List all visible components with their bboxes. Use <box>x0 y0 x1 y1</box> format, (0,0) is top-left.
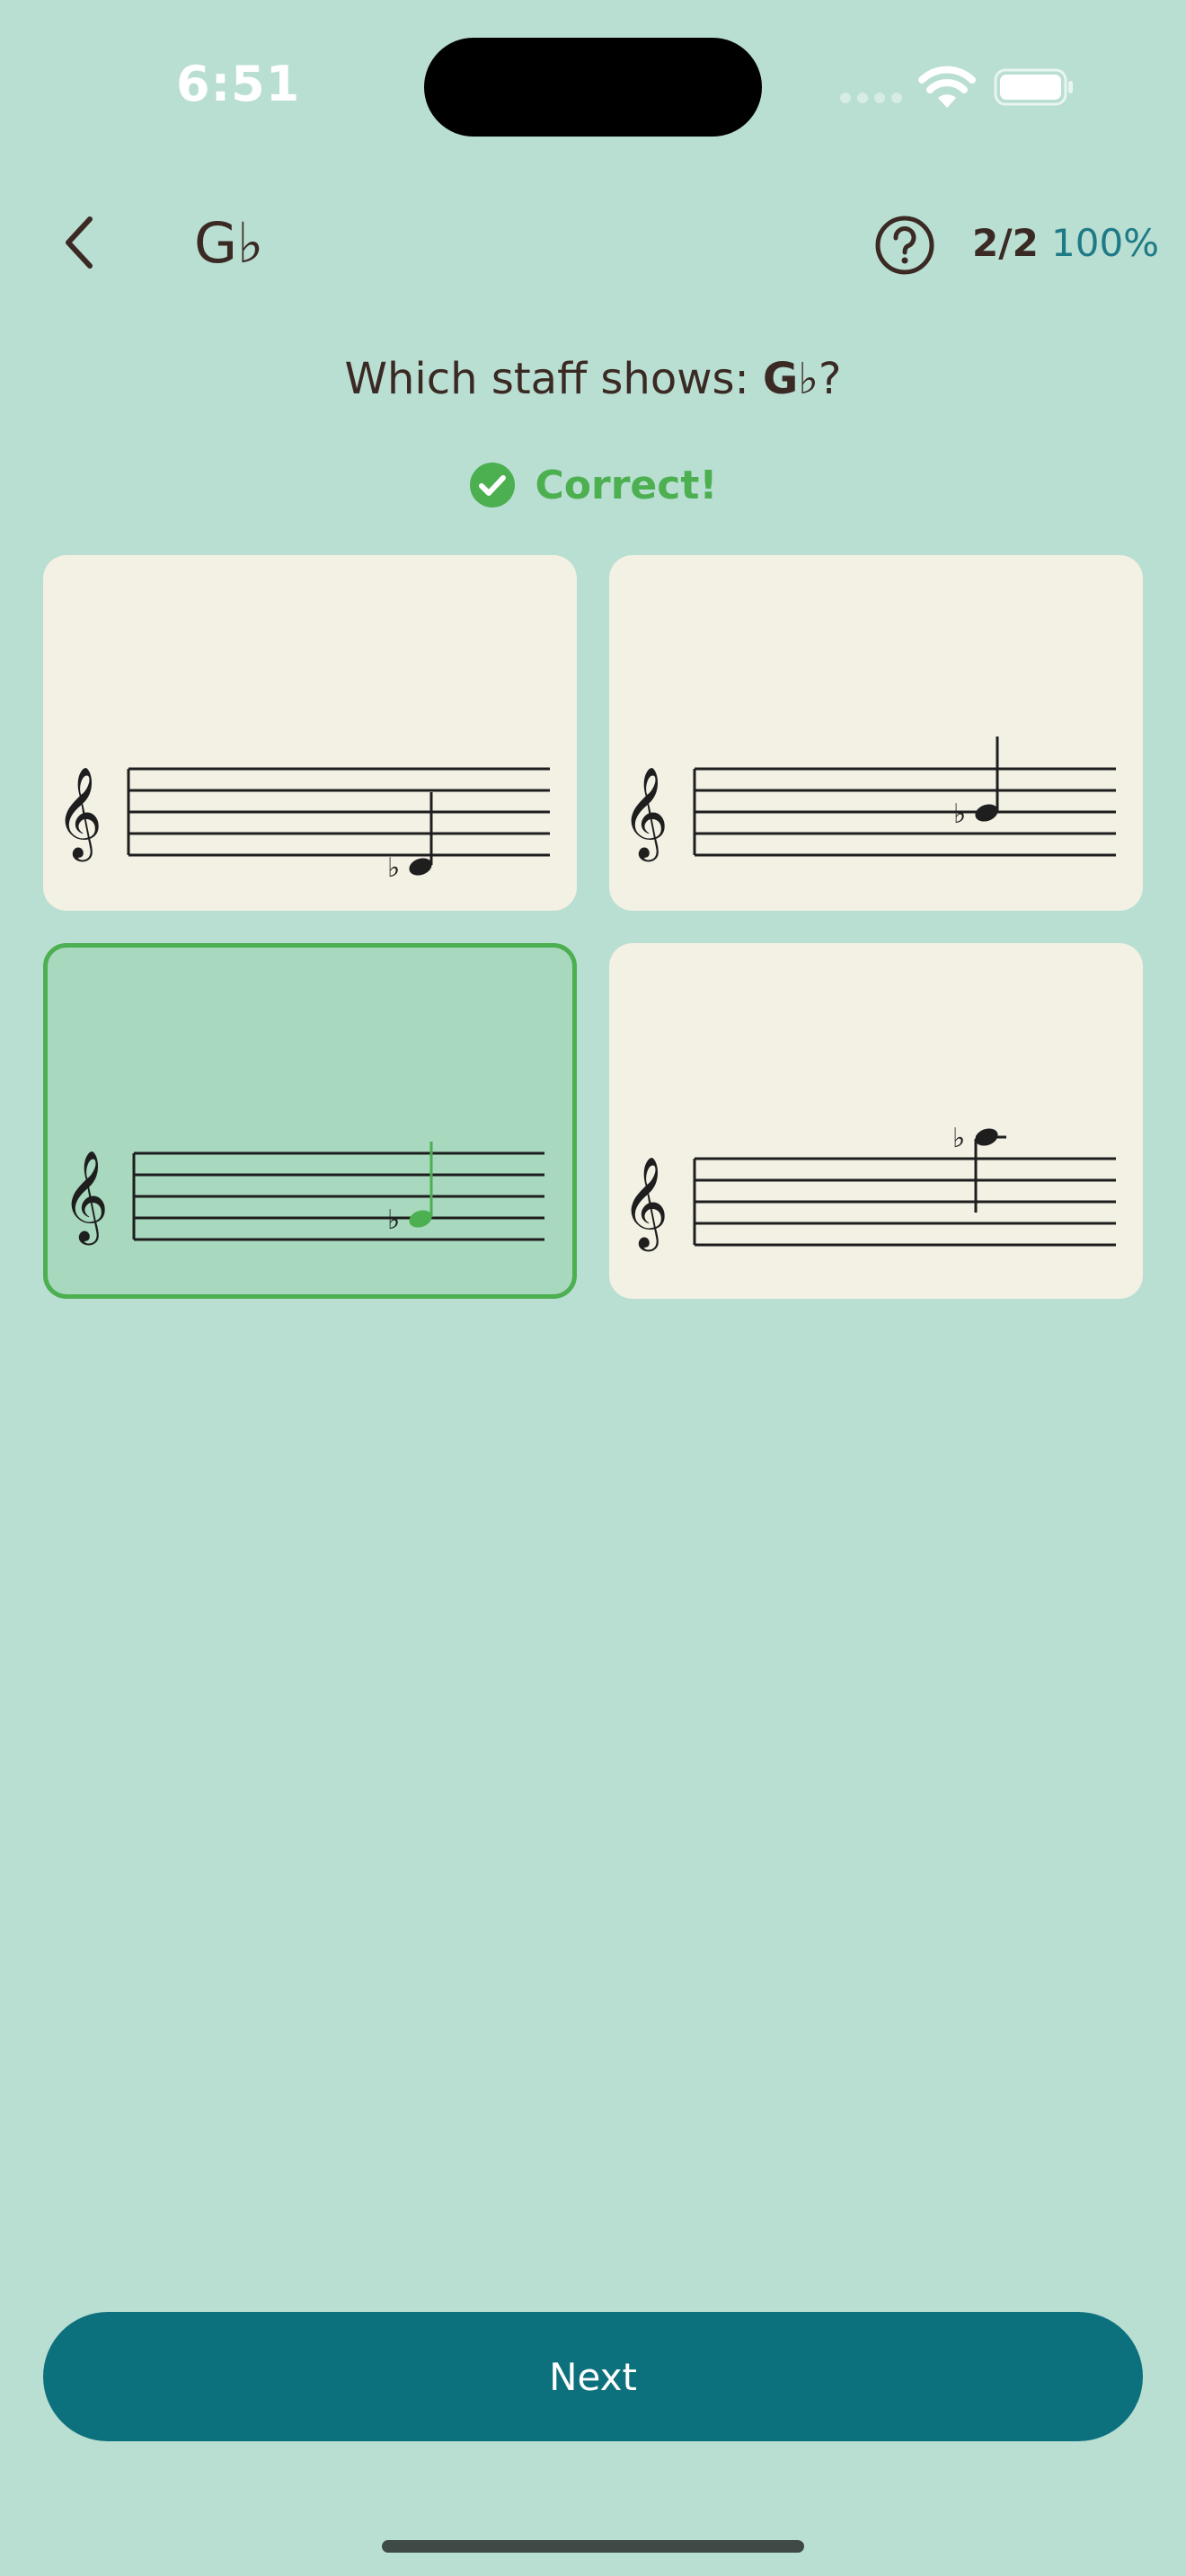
staff-option-3-notation: 𝄞 ♭ <box>62 1142 544 1246</box>
top-nav-bar: G♭ 2/2 100% <box>0 198 1186 287</box>
check-circle-icon <box>469 463 515 507</box>
staff-option-2-notation: 𝄞 ♭ <box>622 737 1116 862</box>
question-prefix: Which staff shows: <box>344 354 763 404</box>
staff-option-3[interactable]: 𝄞 ♭ <box>43 943 577 1299</box>
svg-text:♭: ♭ <box>387 1204 400 1236</box>
wifi-icon <box>918 66 976 108</box>
svg-text:♭: ♭ <box>952 1123 965 1154</box>
svg-text:𝄞: 𝄞 <box>56 765 102 862</box>
back-button[interactable] <box>43 207 115 278</box>
chevron-left-icon <box>66 216 93 269</box>
nav-title: G♭ <box>194 210 264 276</box>
question-text: Which staff shows: G♭? <box>0 354 1186 404</box>
question-note: G♭ <box>762 354 819 404</box>
staff-option-2[interactable]: 𝄞 ♭ <box>609 555 1143 911</box>
staff-option-4[interactable]: 𝄞 ♭ <box>609 943 1143 1299</box>
staff-option-4-notation: 𝄞 ♭ <box>622 1123 1116 1252</box>
battery-icon <box>994 68 1073 106</box>
svg-text:♭: ♭ <box>953 798 966 830</box>
home-indicator <box>382 2540 804 2553</box>
staff-option-1[interactable]: 𝄞 ♭ <box>43 555 577 911</box>
status-bar: 6:51 <box>0 0 1186 171</box>
feedback-banner: Correct! <box>0 458 1186 512</box>
next-button[interactable]: Next <box>43 2312 1143 2441</box>
staff-option-1-notation: 𝄞 ♭ <box>56 765 550 884</box>
svg-text:♭: ♭ <box>387 852 400 884</box>
svg-text:𝄞: 𝄞 <box>62 1149 109 1246</box>
score-counter: 2/2 <box>972 221 1039 265</box>
svg-text:𝄞: 𝄞 <box>622 1155 668 1252</box>
dynamic-island <box>424 38 762 137</box>
score-percent: 100% <box>1051 221 1160 265</box>
help-icon[interactable] <box>873 214 936 277</box>
svg-text:𝄞: 𝄞 <box>622 765 668 862</box>
status-time: 6:51 <box>176 56 301 112</box>
cellular-signal-icon <box>840 93 903 105</box>
feedback-text: Correct! <box>535 462 718 508</box>
question-suffix: ? <box>818 354 842 404</box>
